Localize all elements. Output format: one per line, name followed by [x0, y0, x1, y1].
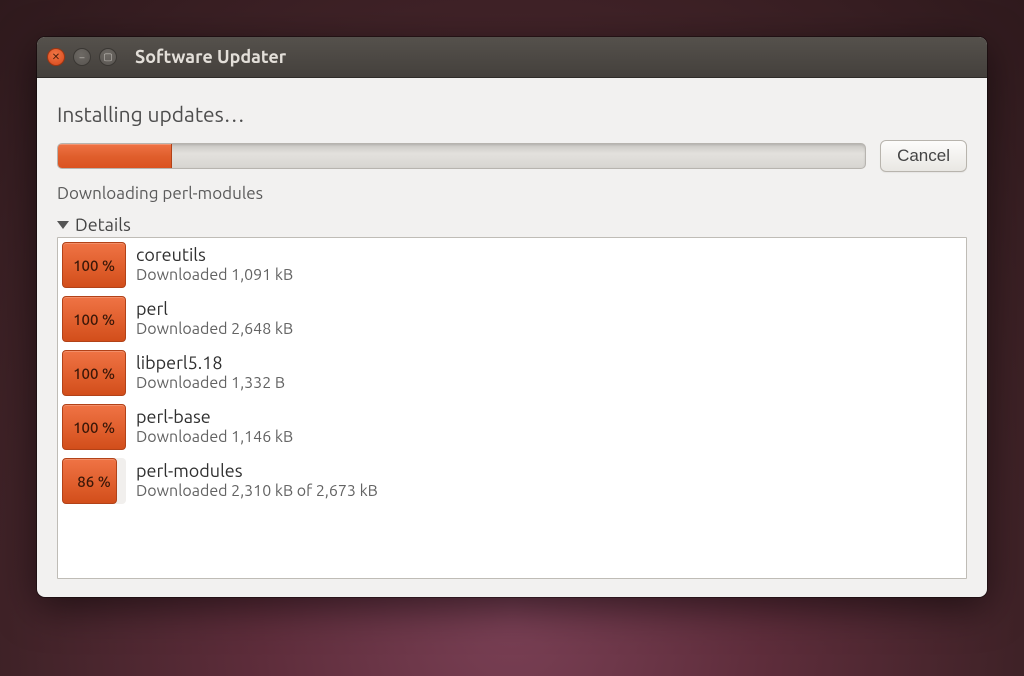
- page-title: Installing updates…: [57, 102, 967, 126]
- software-updater-window: ✕ – ▢ Software Updater Installing update…: [37, 37, 987, 597]
- minimize-icon[interactable]: –: [73, 48, 91, 66]
- package-subtext: Downloaded 2,648 kB: [136, 320, 293, 338]
- package-subtext: Downloaded 1,146 kB: [136, 428, 293, 446]
- close-icon[interactable]: ✕: [47, 48, 65, 66]
- package-text: perl-baseDownloaded 1,146 kB: [136, 407, 293, 446]
- list-item[interactable]: 100 % perlDownloaded 2,648 kB: [58, 292, 966, 346]
- package-text: perlDownloaded 2,648 kB: [136, 299, 293, 338]
- package-progress-badge: 100 %: [62, 404, 126, 450]
- list-item[interactable]: 100 % coreutilsDownloaded 1,091 kB: [58, 238, 966, 292]
- overall-progressbar: [57, 143, 866, 169]
- package-name: perl-base: [136, 407, 293, 428]
- badge-percent-label: 86 %: [62, 458, 126, 504]
- package-progress-badge: 100 %: [62, 350, 126, 396]
- list-item[interactable]: 86 % perl-modulesDownloaded 2,310 kB of 2…: [58, 454, 966, 508]
- cancel-button[interactable]: Cancel: [880, 140, 967, 172]
- package-progress-badge: 100 %: [62, 242, 126, 288]
- package-text: perl-modulesDownloaded 2,310 kB of 2,673…: [136, 461, 378, 500]
- package-name: libperl5.18: [136, 353, 285, 374]
- package-name: perl-modules: [136, 461, 378, 482]
- titlebar[interactable]: ✕ – ▢ Software Updater: [37, 37, 987, 78]
- package-text: libperl5.18Downloaded 1,332 B: [136, 353, 285, 392]
- badge-percent-label: 100 %: [62, 350, 126, 396]
- package-subtext: Downloaded 2,310 kB of 2,673 kB: [136, 482, 378, 500]
- package-progress-badge: 100 %: [62, 296, 126, 342]
- window-title: Software Updater: [135, 47, 286, 67]
- list-item[interactable]: 100 % perl-baseDownloaded 1,146 kB: [58, 400, 966, 454]
- package-text: coreutilsDownloaded 1,091 kB: [136, 245, 293, 284]
- package-name: coreutils: [136, 245, 293, 266]
- list-item[interactable]: 100 % libperl5.18Downloaded 1,332 B: [58, 346, 966, 400]
- package-name: perl: [136, 299, 293, 320]
- details-toggle[interactable]: Details: [57, 215, 967, 235]
- badge-percent-label: 100 %: [62, 242, 126, 288]
- details-label: Details: [75, 215, 131, 235]
- overall-progressbar-fill: [58, 144, 172, 168]
- package-subtext: Downloaded 1,091 kB: [136, 266, 293, 284]
- progress-row: Cancel: [57, 140, 967, 172]
- content-area: Installing updates… Cancel Downloading p…: [37, 78, 987, 597]
- status-text: Downloading perl-modules: [57, 184, 967, 203]
- badge-percent-label: 100 %: [62, 296, 126, 342]
- package-progress-badge: 86 %: [62, 458, 126, 504]
- maximize-icon[interactable]: ▢: [99, 48, 117, 66]
- package-subtext: Downloaded 1,332 B: [136, 374, 285, 392]
- details-list[interactable]: 100 % coreutilsDownloaded 1,091 kB 100 % pe…: [57, 237, 967, 579]
- chevron-down-icon: [57, 221, 69, 229]
- badge-percent-label: 100 %: [62, 404, 126, 450]
